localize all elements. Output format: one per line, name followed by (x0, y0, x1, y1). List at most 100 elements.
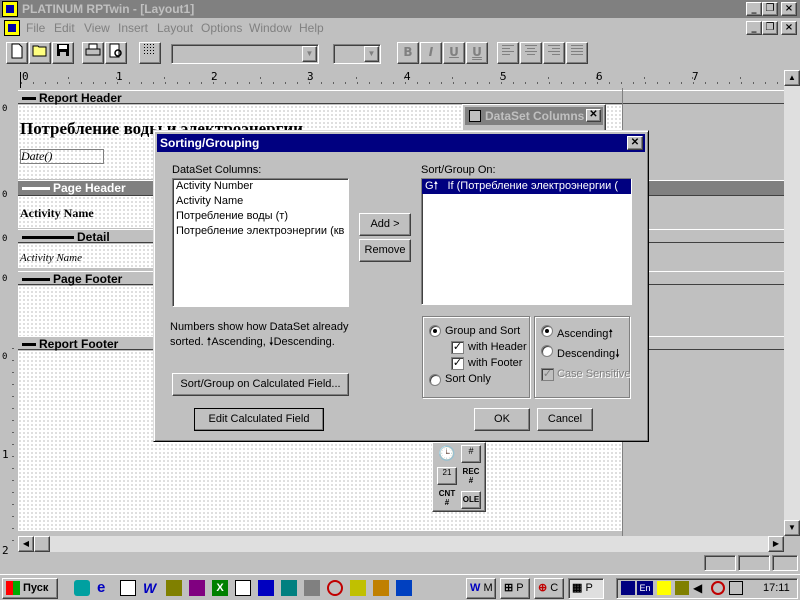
palette-title-bar[interactable]: DataSet Columns ✕ (465, 107, 603, 125)
with-header-checkbox[interactable]: ✓ (451, 341, 464, 354)
print-icon[interactable] (82, 42, 104, 64)
with-footer-checkbox[interactable]: ✓ (451, 357, 464, 370)
doc-minimize-button[interactable]: _ (746, 21, 762, 35)
speaker-icon[interactable]: ◀ (693, 581, 707, 595)
scroll-right-icon[interactable]: ▶ (768, 536, 784, 552)
edit-calc-field-button[interactable]: Edit Calculated Field (194, 408, 324, 431)
menu-layout[interactable]: Layout (157, 21, 193, 35)
align-center-icon[interactable] (520, 42, 542, 64)
app-icon[interactable] (2, 1, 18, 17)
horizontal-scrollbar[interactable]: ◀ ▶ (18, 536, 784, 552)
scroll-down-icon[interactable]: ▼ (784, 520, 800, 536)
language-indicator[interactable]: En (637, 581, 653, 595)
font-size-select[interactable]: ▼ (333, 44, 381, 64)
sort-only-label[interactable]: Sort Only (445, 373, 491, 385)
internet-explorer-icon[interactable]: e (97, 580, 113, 596)
ascending-label[interactable]: Ascending🠕 (557, 325, 613, 344)
tray-icon[interactable] (675, 581, 689, 595)
activity-header-field[interactable]: Activity Name (20, 206, 94, 221)
rec-number-icon[interactable]: REC # (461, 467, 481, 487)
clock[interactable]: 17:11 (763, 582, 790, 594)
with-header-label[interactable]: with Header (468, 341, 527, 353)
app-minimize-button[interactable]: _ (746, 2, 762, 16)
ok-button[interactable]: OK (474, 408, 530, 431)
scroll-thumb[interactable] (34, 536, 50, 552)
tool-icon[interactable] (166, 580, 182, 596)
menu-help[interactable]: Help (299, 21, 324, 35)
excel-icon[interactable]: X (212, 580, 228, 596)
menu-file[interactable]: File (26, 21, 45, 35)
cancel-button[interactable]: Cancel (537, 408, 593, 431)
list-item[interactable]: Потребление электроэнергии (кв (173, 224, 348, 239)
scroll-left-icon[interactable]: ◀ (18, 536, 34, 552)
chevron-down-icon[interactable]: ▼ (364, 46, 379, 62)
list-item[interactable]: Activity Name (173, 194, 348, 209)
new-file-icon[interactable] (6, 42, 28, 64)
doc-close-button[interactable]: × (781, 21, 797, 35)
case-sensitive-checkbox[interactable]: ✓ (541, 368, 554, 381)
desktop-icon[interactable] (74, 580, 90, 596)
start-button[interactable]: Пуск (2, 578, 58, 599)
save-icon[interactable] (52, 42, 74, 64)
tray-icon[interactable] (657, 581, 671, 595)
font-name-select[interactable]: ▼ (171, 44, 319, 64)
clock-icon[interactable]: 🕒 (437, 445, 457, 463)
app-icon-2[interactable] (281, 580, 297, 596)
with-footer-label[interactable]: with Footer (468, 357, 522, 369)
sort-only-radio[interactable] (429, 374, 441, 386)
list-item-selected[interactable]: G🠕 If (Потребление электроэнергии ( (422, 179, 631, 194)
date-field[interactable]: Date() (20, 149, 104, 164)
remove-button[interactable]: Remove (359, 239, 411, 262)
tray-icon[interactable] (711, 581, 725, 595)
page-number-icon[interactable]: # (461, 445, 481, 463)
app-icon-3[interactable] (304, 580, 320, 596)
scroll-up-icon[interactable]: ▲ (784, 70, 800, 86)
grid-icon[interactable] (139, 42, 161, 64)
calendar-icon[interactable]: 21 (437, 467, 457, 485)
chevron-down-icon[interactable]: ▼ (302, 46, 317, 62)
app-icon-6[interactable] (396, 580, 412, 596)
descending-radio[interactable] (541, 345, 553, 357)
cnt-number-icon[interactable]: CNT # (437, 489, 457, 509)
close-icon[interactable]: ✕ (586, 109, 601, 122)
print-preview-icon[interactable] (105, 42, 127, 64)
word-icon[interactable]: W (143, 580, 159, 596)
list-item[interactable]: Activity Number (173, 179, 348, 194)
dataset-columns-list[interactable]: Activity Number Activity Name Потреблени… (172, 178, 349, 307)
app-icon-5[interactable] (373, 580, 389, 596)
ole-icon[interactable]: OLE (461, 491, 481, 509)
band-report-header[interactable]: Report Header (18, 90, 796, 105)
vertical-scrollbar[interactable]: ▲ ▼ (784, 70, 800, 536)
activity-name-field[interactable]: Activity Name (20, 252, 82, 264)
app-icon-1[interactable] (258, 580, 274, 596)
document-icon[interactable] (4, 20, 20, 36)
tray-icon[interactable] (729, 581, 743, 595)
taskbar-task[interactable]: ⊞ P (500, 578, 530, 599)
add-button[interactable]: Add > (359, 213, 411, 236)
sort-group-list[interactable]: G🠕 If (Потребление электроэнергии ( (421, 178, 632, 305)
menu-insert[interactable]: Insert (118, 21, 148, 35)
taskbar-task[interactable]: ⊕ C (534, 578, 564, 599)
chart-icon[interactable] (235, 580, 251, 596)
menu-edit[interactable]: Edit (54, 21, 75, 35)
app-close-button[interactable]: × (781, 2, 797, 16)
align-left-icon[interactable] (497, 42, 519, 64)
tray-icon[interactable] (621, 581, 635, 595)
open-folder-icon[interactable] (29, 42, 51, 64)
bold-button[interactable]: B (397, 42, 419, 64)
menu-window[interactable]: Window (249, 21, 292, 35)
justify-icon[interactable] (566, 42, 588, 64)
ascending-radio[interactable] (541, 325, 553, 337)
align-right-icon[interactable] (543, 42, 565, 64)
target-icon[interactable] (327, 580, 343, 596)
italic-button[interactable]: I (420, 42, 442, 64)
double-underline-button[interactable]: U (466, 42, 488, 64)
taskbar-task-active[interactable]: ▦ P (568, 578, 604, 599)
group-and-sort-label[interactable]: Group and Sort (445, 325, 520, 337)
app-restore-button[interactable]: ❐ (762, 2, 778, 16)
dialog-close-button[interactable]: ✕ (627, 136, 643, 150)
menu-view[interactable]: View (84, 21, 110, 35)
underline-button[interactable]: U (443, 42, 465, 64)
menu-options[interactable]: Options (201, 21, 242, 35)
dialog-title-bar[interactable]: Sorting/Grouping ✕ (157, 134, 645, 152)
